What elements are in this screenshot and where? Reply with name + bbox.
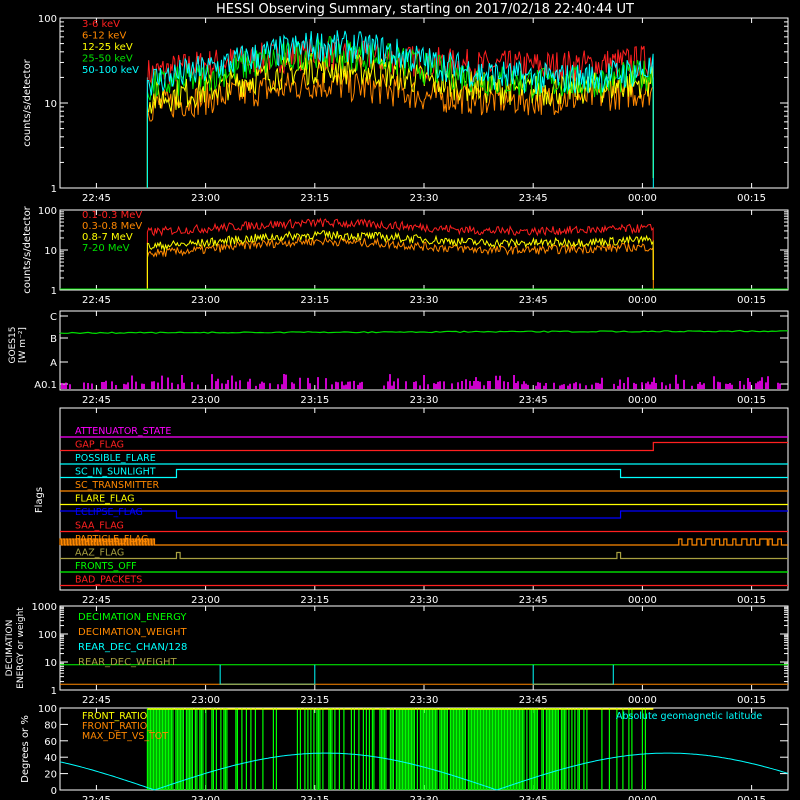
ratios-legend-entry: Absolute geomagnetic latitude — [616, 711, 762, 722]
rates-low-xtick-label: 23:30 — [410, 193, 439, 204]
ratios-xtick-label: 23:45 — [519, 795, 548, 800]
decimation-xtick-label: 23:00 — [191, 695, 220, 706]
decimation-xtick-label: 23:15 — [300, 695, 329, 706]
goes-ytick-label: C — [50, 312, 57, 323]
goes-xtick-label: 23:45 — [519, 395, 548, 406]
rates-high-xtick-label: 23:45 — [519, 295, 548, 306]
rates-high-xtick-label: 23:00 — [191, 295, 220, 306]
rates-high-legend-entry: 0.8-7 MeV — [82, 232, 133, 243]
rates-low-ytick-label: 100 — [38, 14, 57, 25]
flags-series-particle-flag-label: PARTICLE_FLAG — [75, 534, 148, 545]
decimation-xtick-label: 23:30 — [410, 695, 439, 706]
ratios-xtick-label: 23:15 — [300, 795, 329, 800]
decimation-legend-entry: DECIMATION_WEIGHT — [78, 627, 187, 638]
ratios-ytick-label: 20 — [44, 770, 57, 781]
rates-high-xtick-label: 00:15 — [737, 295, 766, 306]
decimation-xtick-label: 22:45 — [82, 695, 111, 706]
ratios-xtick-label: 23:00 — [191, 795, 220, 800]
goes-ytick-label: A0.1 — [34, 380, 57, 391]
rates-low-legend-entry: 50-100 keV — [82, 65, 139, 76]
plot-title: HESSI Observing Summary, starting on 201… — [216, 2, 634, 17]
decimation-xtick-label: 00:00 — [628, 695, 657, 706]
rates-low-xtick-label: 23:00 — [191, 193, 220, 204]
ratios-xtick-label: 00:15 — [737, 795, 766, 800]
flags-series-saa-flag-label: SAA_FLAG — [75, 521, 124, 532]
decimation-legend-entry: DECIMATION_ENERGY — [78, 612, 187, 623]
flags-series-sc-in-sunlight-label: SC_IN_SUNLIGHT — [75, 467, 156, 478]
rates-high-legend-entry: 0.1-0.3 MeV — [82, 210, 142, 221]
ratios-xtick-label: 23:30 — [410, 795, 439, 800]
ratios-ytick-label: 0 — [51, 786, 57, 797]
flags-series-aaz-flag-label: AAZ_FLAG — [75, 548, 124, 559]
rates-low-xtick-label: 23:45 — [519, 193, 548, 204]
ratios-ytick-label: 80 — [44, 720, 57, 731]
flags-xtick-label: 23:30 — [410, 595, 439, 606]
flags-xtick-label: 23:15 — [300, 595, 329, 606]
decimation-ylabel2: ENERGY or weight — [16, 607, 26, 689]
rates-high-legend-entry: 7-20 MeV — [82, 243, 130, 254]
rates-high-ytick-label: 10 — [44, 246, 57, 257]
ratios-ytick-label: 40 — [44, 753, 57, 764]
rates-low-ytick-label: 1 — [51, 184, 57, 195]
rates-high-xtick-label: 00:00 — [628, 295, 657, 306]
rates-low-xtick-label: 00:15 — [737, 193, 766, 204]
goes-ylabel: GOES15 — [8, 327, 18, 364]
decimation-xtick-label: 00:15 — [737, 695, 766, 706]
decimation-ytick-label: 100 — [38, 630, 57, 641]
flags-series-possible-flare-label: POSSIBLE_FLARE — [75, 453, 156, 464]
rates-low-legend-entry: 12-25 keV — [82, 42, 133, 53]
ratios-ytick-label: 100 — [38, 704, 57, 715]
decimation-ytick-label: 10 — [44, 658, 57, 669]
decimation-ylabel: DECIMATION — [5, 620, 15, 677]
rates-low-xtick-label: 22:45 — [82, 193, 111, 204]
goes-xtick-label: 23:00 — [191, 395, 220, 406]
rates-high-xtick-label: 23:15 — [300, 295, 329, 306]
rates-low-xtick-label: 23:15 — [300, 193, 329, 204]
flags-xtick-label: 22:45 — [82, 595, 111, 606]
decimation-xtick-label: 23:45 — [519, 695, 548, 706]
rates-high-ylabel: counts/s/detector — [22, 205, 33, 293]
flags-series-flare-flag-label: FLARE_FLAG — [75, 494, 135, 505]
decimation-legend-entry: REAR_DEC_WEIGHT — [78, 657, 177, 668]
goes-xtick-label: 00:00 — [628, 395, 657, 406]
flags-xtick-label: 00:15 — [737, 595, 766, 606]
flags-series-fronts-off-label: FRONTS_OFF — [75, 561, 137, 572]
ratios-xtick-label: 00:00 — [628, 795, 657, 800]
flags-series-eclipse-flag-label: ECLIPSE_FLAG — [75, 507, 143, 518]
ratios-legend-entry: MAX_DET_VS_TOT — [82, 731, 168, 742]
rates-high-xtick-label: 22:45 — [82, 295, 111, 306]
goes-xtick-label: 23:15 — [300, 395, 329, 406]
flags-series-bad-packets-label: BAD_PACKETS — [75, 575, 142, 586]
rates-high-xtick-label: 23:30 — [410, 295, 439, 306]
rates-high-ytick-label: 1 — [51, 286, 57, 297]
decimation-legend-entry: REAR_DEC_CHAN/128 — [78, 642, 187, 653]
rates-low-xtick-label: 00:00 — [628, 193, 657, 204]
goes-xtick-label: 00:15 — [737, 395, 766, 406]
goes-xtick-label: 22:45 — [82, 395, 111, 406]
decimation-ytick-label: 1000 — [32, 602, 57, 613]
goes-ylabel-units: [W m⁻²] — [18, 327, 28, 363]
rates-low-ytick-label: 10 — [44, 99, 57, 110]
rates-low-legend-entry: 6-12 keV — [82, 31, 126, 42]
flags-xtick-label: 23:00 — [191, 595, 220, 606]
goes-ytick-label: A — [50, 358, 57, 369]
ratios-ytick-label: 60 — [44, 737, 57, 748]
flags-xtick-label: 00:00 — [628, 595, 657, 606]
flags-series-sc-transmitter-label: SC_TRANSMITTER — [75, 480, 160, 491]
flags-xtick-label: 23:45 — [519, 595, 548, 606]
rates-high-legend-entry: 0.3-0.8 MeV — [82, 221, 142, 232]
rates-low-legend-entry: 25-50 keV — [82, 54, 133, 65]
goes-ytick-label: B — [50, 334, 57, 345]
flags-series-gap-flag-label: GAP_FLAG — [75, 440, 124, 451]
rates-low-ylabel: counts/s/detector — [22, 58, 33, 146]
rates-low-legend-entry: 3-6 keV — [82, 19, 120, 30]
flags-series-attenuator-state-label: ATTENUATOR_STATE — [75, 426, 171, 437]
goes-xtick-label: 23:30 — [410, 395, 439, 406]
ratios-xtick-label: 22:45 — [82, 795, 111, 800]
decimation-ytick-label: 1 — [51, 686, 57, 697]
rates-high-ytick-label: 100 — [38, 206, 57, 217]
flags-ylabel: Flags — [34, 487, 45, 513]
hessi-summary-plot: HESSI Observing Summary, starting on 201… — [0, 0, 800, 800]
ratios-ylabel: Degrees or % — [20, 715, 31, 783]
